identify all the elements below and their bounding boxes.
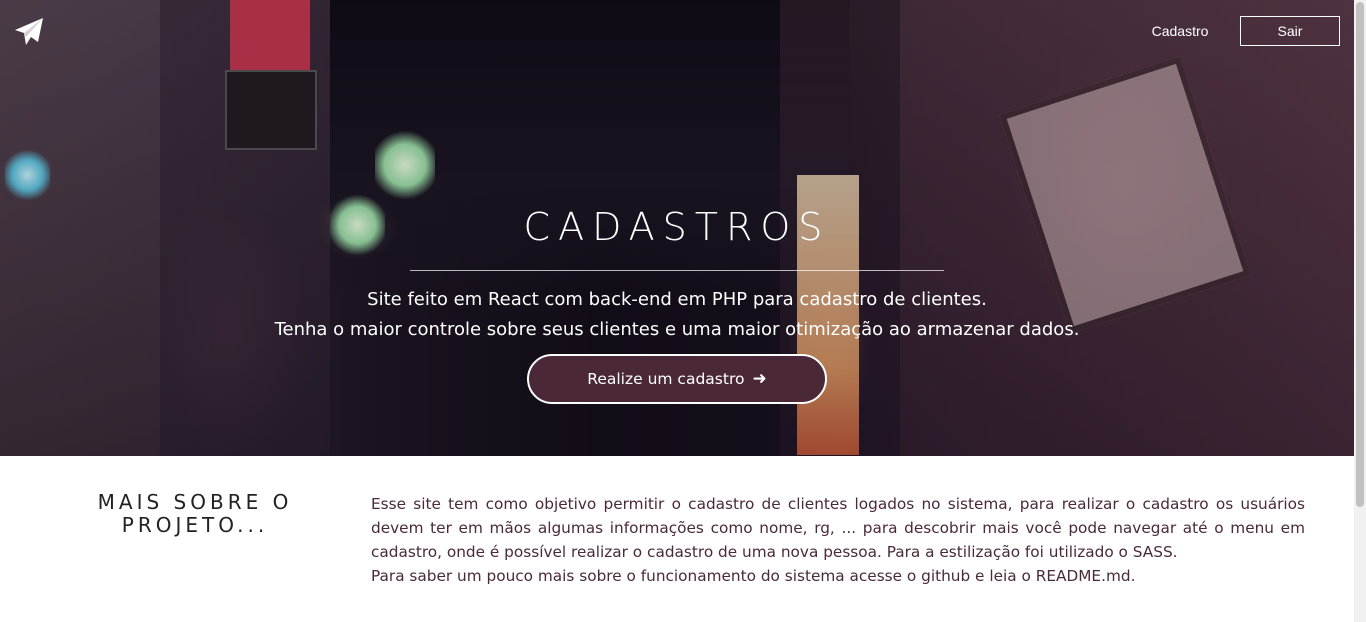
hero-section: Cadastro Sair CADASTROS Site feito em Re… (0, 0, 1354, 456)
nav-cadastro-link[interactable]: Cadastro (1130, 16, 1230, 46)
about-paragraph: Esse site tem como objetivo permitir o c… (371, 495, 1305, 561)
paper-plane-icon[interactable] (14, 17, 44, 47)
hero-divider (410, 270, 944, 271)
sair-button[interactable]: Sair (1240, 16, 1340, 46)
realize-cadastro-button[interactable]: Realize um cadastro ➜ (527, 354, 827, 404)
hero-subtitle-line2: Tenha o maior controle sobre seus client… (274, 319, 1080, 340)
about-text: Esse site tem como objetivo permitir o c… (371, 492, 1305, 588)
hero-title: CADASTROS (523, 205, 831, 249)
about-title-line1: MAIS SOBRE O (97, 490, 293, 514)
arrow-right-icon: ➜ (752, 369, 767, 389)
about-paragraph: Para saber um pouco mais sobre o funcion… (371, 567, 1136, 585)
cta-label: Realize um cadastro (587, 370, 745, 388)
scrollbar-thumb[interactable] (1356, 2, 1364, 507)
about-title-line2: PROJETO... (121, 513, 269, 537)
vertical-scrollbar[interactable] (1354, 0, 1366, 622)
about-title: MAIS SOBRE O PROJETO... (80, 491, 310, 537)
hero-subtitle-line1: Site feito em React com back-end em PHP … (367, 289, 987, 310)
